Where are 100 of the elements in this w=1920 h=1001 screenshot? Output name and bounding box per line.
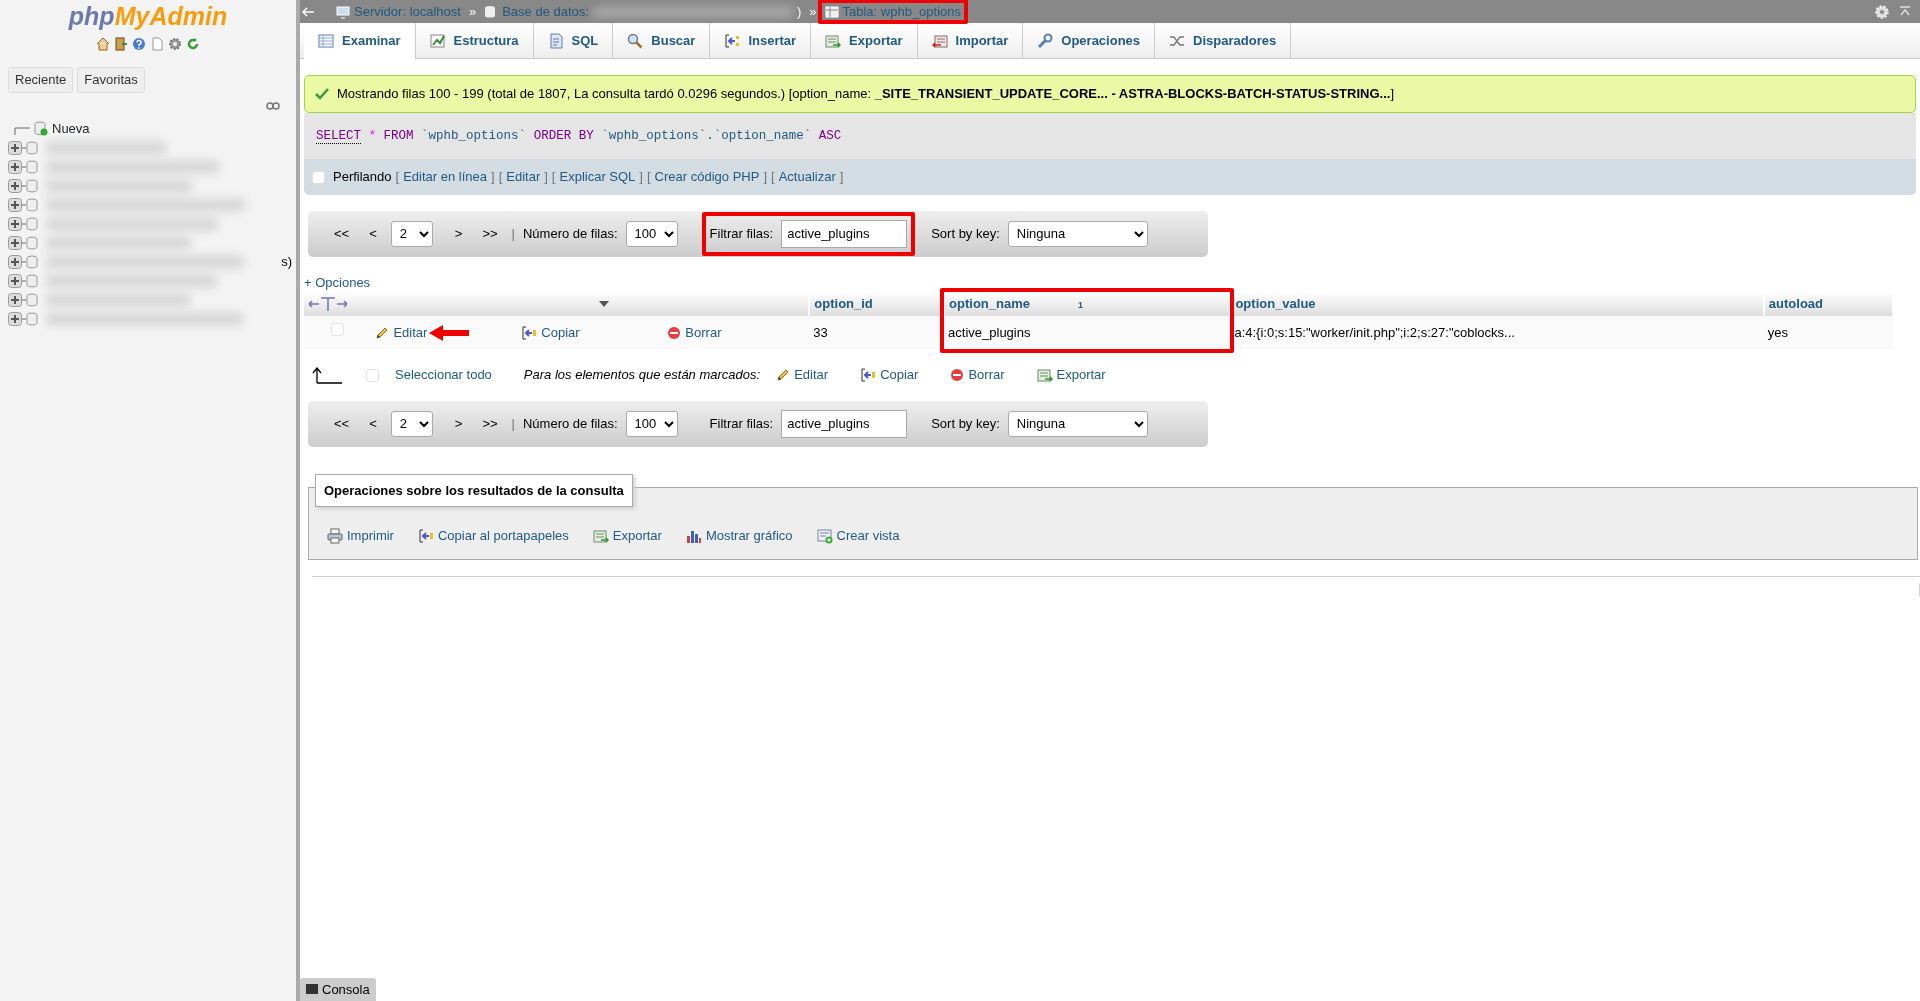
expand-icon[interactable] [8,254,22,269]
database-icon [22,254,38,269]
breadcrumb-text: ) [795,2,803,21]
sidebar-button[interactable]: Favoritas [77,67,145,93]
link[interactable]: Editar en línea [403,167,487,187]
previous-page-button[interactable]: < [363,222,383,246]
link[interactable]: Actualizar [778,167,836,187]
link[interactable]: Editar [506,167,541,187]
database-icon [22,159,38,174]
column-header[interactable]: option_name [949,296,1030,312]
clipped-text: s) [281,252,292,271]
expand-icon[interactable] [8,216,22,231]
operation-link[interactable]: Crear vista [816,525,900,546]
rows-select[interactable]: 100 [625,410,678,437]
sort-select[interactable]: Ninguna [1007,410,1148,437]
breadcrumb-separator: » [808,2,818,21]
checkbox[interactable] [366,368,379,382]
sort-order: 1 [1078,300,1083,311]
sidebar-button[interactable]: Reciente [8,67,74,93]
bulk-edit-link[interactable]: Editar [776,365,829,385]
tab[interactable]: Examinar [304,23,416,60]
import-icon [931,33,948,49]
chart-edit-icon [429,33,446,49]
bracket: [ [498,168,503,187]
shuffle-arrows-icon [1169,33,1186,49]
pencil-icon [776,368,791,382]
bulk-copy-link[interactable]: Copiar [860,365,919,385]
first-page-button[interactable]: << [328,412,356,436]
tab[interactable]: Exportar [811,23,918,59]
export-icon [592,527,609,544]
database-icon [22,216,38,231]
options-link[interactable]: + Opciones [304,272,371,293]
pencil-icon [375,325,390,340]
expand-icon[interactable] [8,311,22,326]
sort-select[interactable]: Ninguna [1007,220,1148,247]
panel-title: Operaciones sobre los resultados de la consulta [315,473,633,508]
column-header[interactable]: option_value [1235,296,1316,312]
expand-icon[interactable] [8,159,22,174]
home-icon[interactable] [96,37,110,51]
page-select[interactable]: 2 [390,220,433,247]
tree-item[interactable]: Nueva [52,118,90,138]
database-icon [22,235,38,250]
help-icon[interactable] [132,37,146,51]
link[interactable]: Explicar SQL [559,167,636,187]
checkbox[interactable] [331,322,345,336]
filter-field[interactable]: active_plugins [781,409,908,438]
expand-icon[interactable] [8,140,22,155]
previous-page-button[interactable]: < [363,412,383,436]
expand-icon[interactable] [8,292,22,307]
select-all-link[interactable]: Seleccionar todo [395,365,492,385]
next-page-button[interactable]: > [448,412,469,436]
bracket: ] [639,168,643,187]
database-icon [22,197,38,212]
tab[interactable]: Estructura [415,23,534,59]
table-icon [824,4,839,19]
operation-link[interactable]: Copiar al portapapeles [417,525,569,546]
settings-icon[interactable] [168,37,182,51]
table-cell: yes [1763,315,1893,350]
expand-icon[interactable] [8,273,22,288]
label: Sort by key: [931,415,1000,433]
bracket: ] [763,168,767,187]
database-icon [22,311,38,326]
logo[interactable]: phpMyAdmin [0,0,296,29]
table-icon [318,33,334,49]
expand-icon[interactable] [8,235,22,250]
next-page-button[interactable]: > [448,222,469,246]
console-icon [306,984,318,995]
expand-icon[interactable] [8,197,22,212]
page-select[interactable]: 2 [390,410,433,437]
tab[interactable]: Disparadores [1155,23,1292,59]
wrench-icon [1037,33,1054,49]
checkbox[interactable] [312,170,325,184]
bulk-delete-link[interactable]: Borrar [950,365,1005,385]
operation-link[interactable]: Exportar [592,525,662,546]
expand-icon[interactable] [8,178,22,193]
filter-field[interactable]: active_plugins [781,219,908,248]
database-icon [22,292,38,307]
tab[interactable]: SQL [533,23,614,59]
tab[interactable]: Operaciones [1023,23,1156,59]
bulk-export-link[interactable]: Exportar [1036,365,1106,385]
label: Sort by key: [931,225,1000,243]
console-tab[interactable]: Consola [300,977,376,1001]
export-icon [1036,367,1053,383]
exit-door-icon[interactable] [114,37,128,51]
reload-icon[interactable] [186,37,200,51]
tab[interactable]: Insertar [710,23,812,59]
rows-select[interactable]: 100 [625,220,678,247]
label: Filtrar filas: [709,225,774,243]
dropdown-triangle-icon[interactable] [598,300,610,308]
copy-row-icon [521,324,538,341]
last-page-button[interactable]: >> [476,412,504,436]
tab[interactable]: Buscar [613,23,711,59]
operation-link[interactable]: Mostrar gráfico [685,525,793,546]
database-icon [22,178,38,193]
delete-icon [667,325,682,340]
last-page-button[interactable]: >> [476,222,504,246]
operation-link[interactable]: Imprimir [327,525,394,546]
link[interactable]: Crear código PHP [654,167,760,187]
first-page-button[interactable]: << [328,222,356,246]
tab[interactable]: Importar [917,23,1024,59]
